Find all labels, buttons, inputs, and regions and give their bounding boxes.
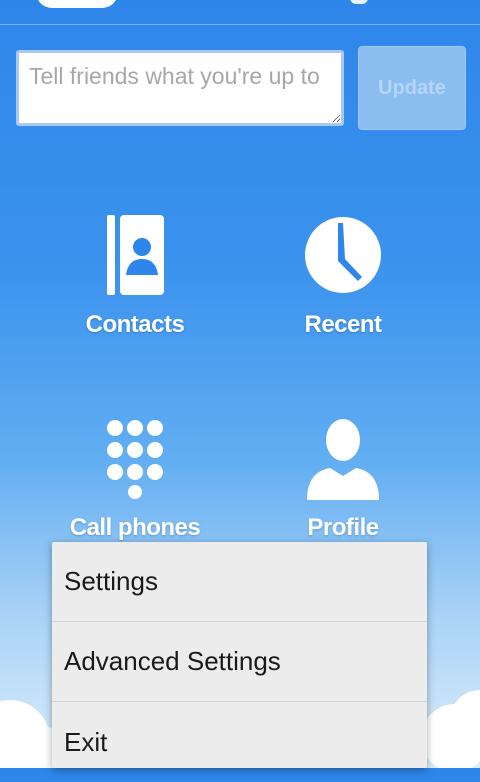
profile-icon <box>298 418 388 508</box>
menu-item-settings[interactable]: Settings <box>52 542 427 622</box>
top-bar <box>0 0 480 25</box>
menu-item-advanced-settings[interactable]: Advanced Settings <box>52 622 427 702</box>
mood-message-input[interactable] <box>16 50 344 126</box>
recent-tile[interactable]: Recent <box>243 215 443 365</box>
call-phones-label: Call phones <box>69 514 201 541</box>
menu-item-exit[interactable]: Exit <box>52 702 427 782</box>
update-button[interactable]: Update <box>358 46 466 130</box>
profile-label: Profile <box>307 514 379 541</box>
contacts-icon <box>90 215 180 305</box>
app-logo <box>36 0 118 8</box>
clock-icon <box>298 215 388 305</box>
top-bar-icon[interactable] <box>350 0 368 4</box>
dialpad-icon <box>90 418 180 508</box>
options-menu: Settings Advanced Settings Exit <box>52 542 427 768</box>
recent-label: Recent <box>304 311 382 338</box>
contacts-tile[interactable]: Contacts <box>35 215 235 365</box>
contacts-label: Contacts <box>85 311 185 338</box>
